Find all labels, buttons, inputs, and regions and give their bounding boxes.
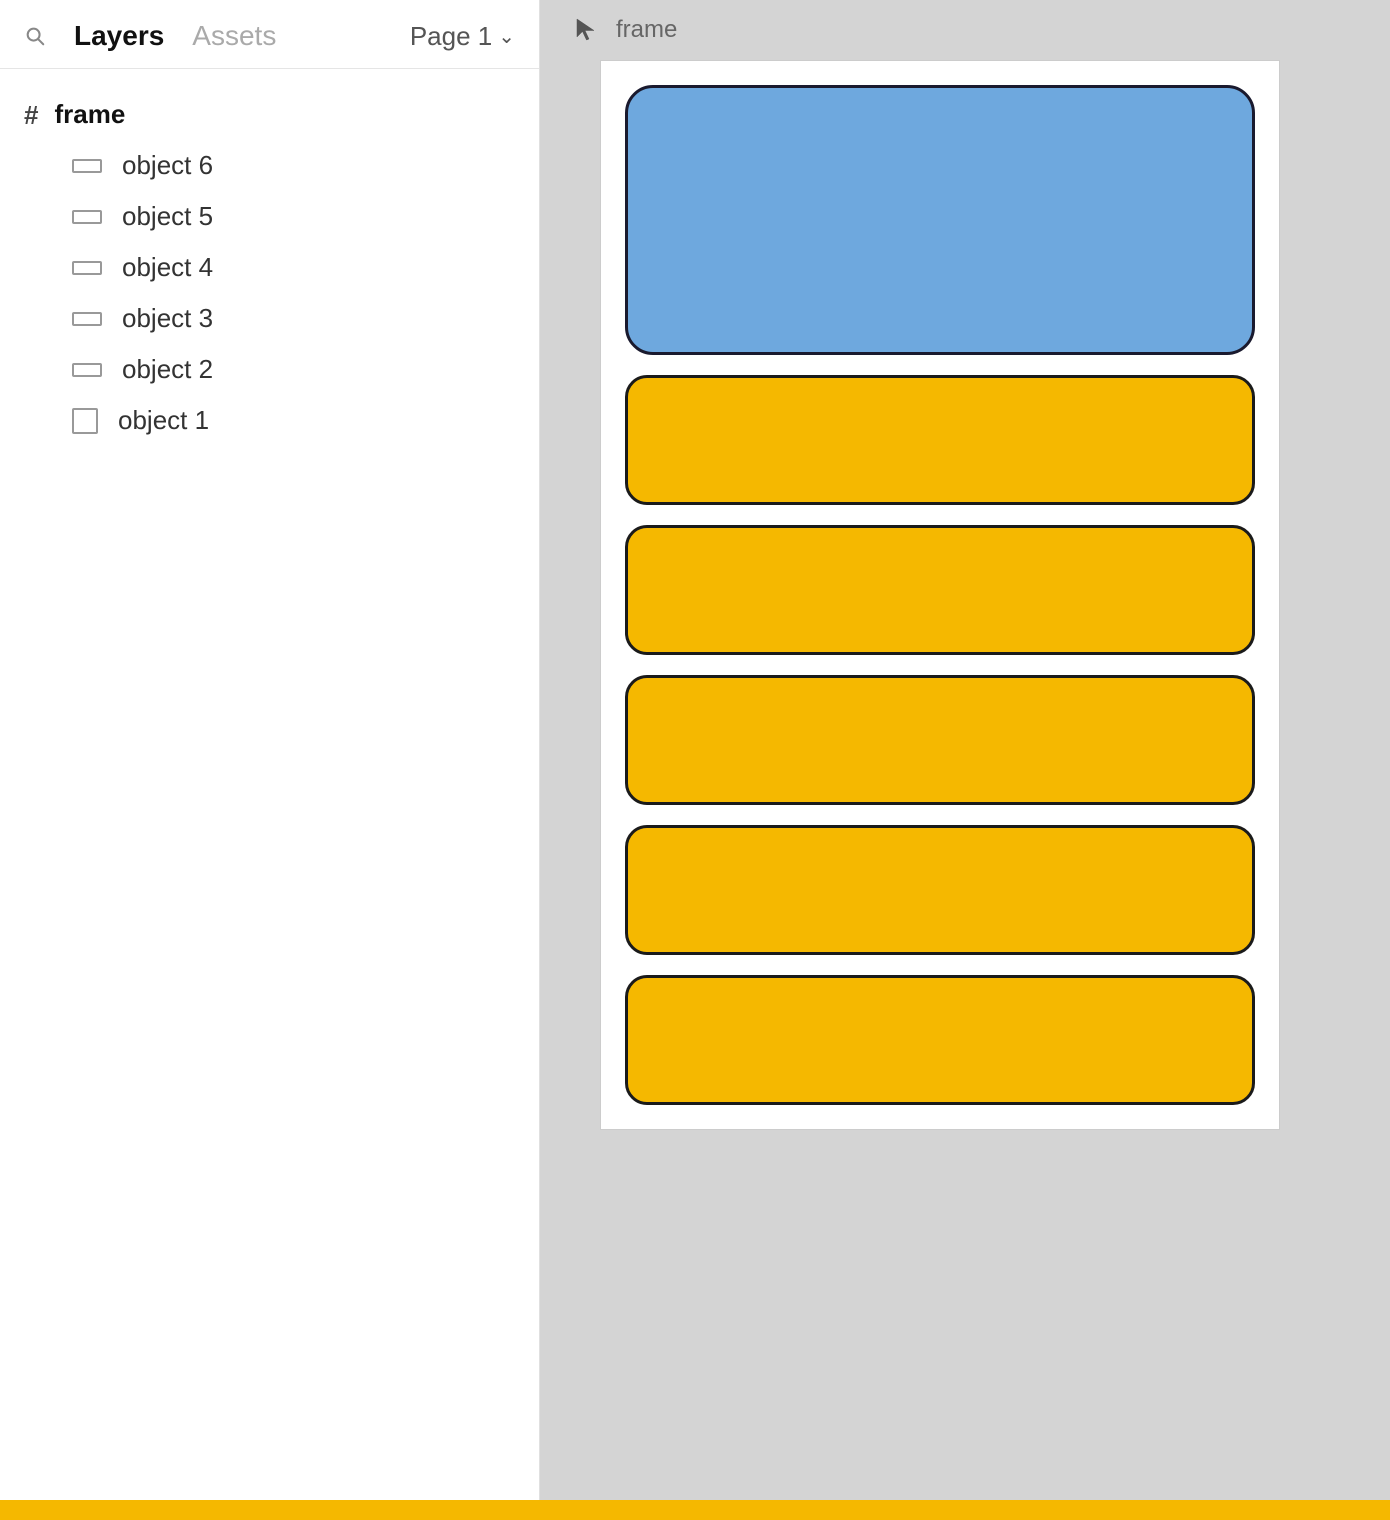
canvas-object1[interactable] [625,975,1255,1105]
layer-icon-object2 [72,363,102,377]
bottom-bar [0,1500,1390,1520]
layer-icon-object3 [72,312,102,326]
layer-label-object2: object 2 [122,354,213,385]
rect-thin-icon [72,159,102,173]
rect-thin-icon [72,261,102,275]
layer-label-object5: object 5 [122,201,213,232]
chevron-down-icon: ⌄ [498,24,515,49]
canvas-object3[interactable] [625,675,1255,805]
layer-icon-object4 [72,261,102,275]
page-label: Page 1 [410,21,492,52]
layer-item-object4[interactable]: object 4 [0,242,539,293]
layer-label-object6: object 6 [122,150,213,181]
tab-assets[interactable]: Assets [192,20,276,52]
canvas-area: frame [540,0,1390,1520]
frame-hash-icon: # [24,102,38,128]
canvas-frame-title: frame [616,16,677,44]
layers-tree: # frame object 6 object 5 [0,69,539,1520]
app-container: Layers Assets Page 1 ⌄ # frame object 6 [0,0,1390,1520]
tab-layers[interactable]: Layers [74,20,164,52]
layer-item-object6[interactable]: object 6 [0,140,539,191]
rect-thin-icon [72,210,102,224]
layer-frame-row[interactable]: # frame [0,89,539,140]
page-selector[interactable]: Page 1 ⌄ [410,21,515,52]
design-frame [600,60,1280,1130]
layer-item-object5[interactable]: object 5 [0,191,539,242]
search-icon[interactable] [24,25,46,47]
layer-label-object4: object 4 [122,252,213,283]
canvas-object4[interactable] [625,525,1255,655]
canvas-object2[interactable] [625,825,1255,955]
layer-icon-object1 [72,408,98,434]
layer-item-object1[interactable]: object 1 [0,395,539,446]
rect-thin-icon [72,312,102,326]
sidebar-header: Layers Assets Page 1 ⌄ [0,0,539,69]
canvas-object5[interactable] [625,375,1255,505]
layer-icon-object5 [72,210,102,224]
frame-layer-label: frame [54,99,125,130]
sidebar: Layers Assets Page 1 ⌄ # frame object 6 [0,0,540,1520]
layer-label-object3: object 3 [122,303,213,334]
layer-item-object3[interactable]: object 3 [0,293,539,344]
canvas-topbar: frame [540,0,709,60]
canvas-object6[interactable] [625,85,1255,355]
layer-label-object1: object 1 [118,405,209,436]
cursor-icon [572,16,600,44]
rect-thin-icon [72,363,102,377]
rect-square-icon [72,408,98,434]
layer-item-object2[interactable]: object 2 [0,344,539,395]
layer-icon-object6 [72,159,102,173]
